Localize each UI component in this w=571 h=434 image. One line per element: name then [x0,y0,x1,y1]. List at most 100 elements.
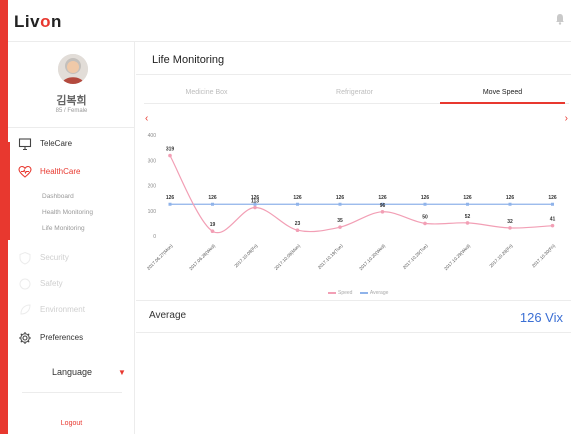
average-data-label: 126 [378,195,387,201]
active-indicator [8,142,10,240]
average-data-label: 126 [506,195,515,201]
x-tick-label: 2017.06.27(Mon) [146,243,174,271]
legend-swatch-speed [328,291,336,294]
speed-data-label: 113 [251,199,259,205]
chevron-left-icon[interactable]: ‹ [145,113,148,124]
divider [136,300,571,301]
speed-point [508,226,512,230]
x-tick-label: 2017.10.29(Fri) [488,243,514,269]
sidebar-subitem-life-monitoring[interactable]: Life Monitoring [42,225,85,232]
speed-point [465,221,470,225]
speed-point [550,223,555,228]
x-tick-label: 2017.10.20(Wed) [358,243,386,271]
average-point [466,202,469,206]
speed-data-label: 32 [507,219,513,225]
legend-swatch-average [359,291,368,294]
average-data-label: 126 [336,195,345,201]
speed-data-label: 52 [465,214,471,220]
x-tick-label: 2017.06.28(Wed) [188,243,216,271]
sidebar-item-security[interactable]: Security [8,248,135,268]
x-tick-label: 2017.10.19(Tue) [317,243,344,270]
average-data-label: 126 [463,195,472,201]
bell-icon[interactable] [555,13,565,25]
avatar [58,54,88,84]
chart-legend: Speed Average [326,290,388,296]
speed-point [168,153,172,158]
app-frame: Livon 김복희 85 / Female TeleCare HealthCar… [8,0,571,434]
legend-label-average: Average [369,290,389,296]
profile-card: 김복희 85 / Female [8,42,135,128]
sidebar-item-environment[interactable]: Environment [8,300,135,320]
sidebar-item-telecare[interactable]: TeleCare [8,134,135,154]
tab-refrigerator[interactable]: Refrigerator [292,82,417,104]
logo[interactable]: Livon [14,12,62,32]
average-point [338,202,342,206]
speed-data-label: 319 [166,147,175,153]
tab-move-speed[interactable]: Move Speed [440,82,565,104]
average-label: Average [149,310,187,321]
legend-label-speed: Speed [338,290,353,296]
sidebar-subitem-dashboard[interactable]: Dashboard [42,193,74,200]
sidebar-item-healthcare[interactable]: HealthCare [8,162,135,182]
y-tick-label: 400 [148,133,157,139]
series-line-speed [169,155,553,234]
speed-data-label: 96 [380,203,386,209]
x-tick-label: 2017.10.29(Wed) [443,243,471,271]
x-tick-label: 2017.10.30(Fri) [531,243,557,269]
gear-icon [19,332,31,344]
average-point [423,202,427,206]
sidebar-item-preferences[interactable]: Preferences [8,328,135,348]
speed-data-label: 19 [210,222,216,228]
tab-bar: Medicine Box Refrigerator Move Speed [144,82,569,104]
speed-point [295,228,300,233]
y-tick-label: 0 [153,234,156,240]
safety-icon [19,278,31,290]
profile-meta: 85 / Female [55,108,88,114]
speed-point [380,210,385,214]
user-photo-icon [58,54,88,84]
speed-point [210,229,215,234]
speed-data-label: 41 [550,217,556,223]
average-point [296,202,299,206]
speed-point [338,225,342,229]
speed-point [253,205,257,210]
average-data-label: 126 [548,195,557,201]
move-speed-chart: 0 100 200 300 400 126 126 126 126 126 126 126 126 126… [146,133,557,271]
divider [136,74,571,75]
average-point [551,202,554,206]
speed-data-label: 50 [422,214,428,220]
average-data-label: 126 [421,195,430,201]
sidebar-item-safety[interactable]: Safety [8,274,135,294]
y-tick-label: 200 [148,184,157,190]
y-tick-label: 300 [148,158,157,164]
top-bar: Livon [8,0,571,42]
language-selector[interactable]: Language ▼ [8,362,135,382]
heart-pulse-icon [18,165,32,178]
y-tick-label: 100 [148,209,157,215]
average-data-label: 126 [293,195,302,201]
x-tick-label: 2017.10.26(Tue) [402,243,429,270]
profile-name: 김복희 [56,95,87,107]
logout-link[interactable]: Logout [8,420,135,427]
x-tick-label: 2017.10.08(Fri) [233,243,259,269]
shield-icon [19,251,31,265]
chevron-right-icon[interactable]: › [565,113,568,124]
caret-down-icon: ▼ [118,368,126,377]
speed-data-label: 23 [295,221,301,227]
average-value: 126 Vix [519,310,563,325]
average-data-label: 126 [208,195,217,201]
average-data-label: 126 [166,195,175,201]
tab-medicine-box[interactable]: Medicine Box [144,82,269,104]
divider [136,332,571,333]
average-point [211,202,214,206]
leaf-icon [20,304,31,315]
sidebar-subitem-health-monitoring[interactable]: Health Monitoring [42,209,93,216]
speed-data-label: 35 [337,218,343,224]
divider [22,392,122,393]
speed-point [423,221,427,226]
page-title: Life Monitoring [152,54,225,66]
monitor-icon [18,138,32,151]
x-tick-label: 2017.10.09(Mon) [273,243,301,271]
average-point [508,202,512,206]
sidebar: 김복희 85 / Female TeleCare HealthCare Dash… [8,42,135,434]
